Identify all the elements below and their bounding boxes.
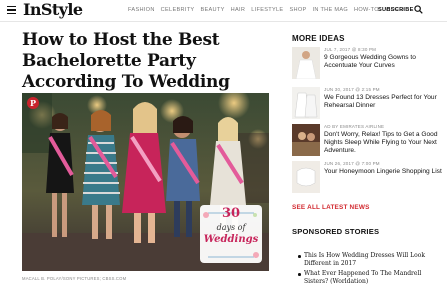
nav-item-in-the-mag[interactable]: IN THE MAG — [313, 6, 349, 14]
nav-item-shop[interactable]: SHOP — [289, 6, 306, 14]
story-title[interactable]: Your Honeymoon Lingerie Shopping List — [324, 168, 442, 176]
nav-item-hair[interactable]: HAIR — [231, 6, 246, 14]
sidebar-story-ad[interactable]: AD BY EMIRATES AIRLINE Don't Worry, Rela… — [292, 124, 442, 156]
story-thumbnail — [292, 124, 320, 156]
site-header: InStyle FASHION CELEBRITY BEAUTY HAIR LI… — [0, 0, 447, 22]
story-thumbnail — [292, 47, 320, 79]
wedding-badge-number: 30 — [221, 206, 241, 221]
image-credit: MACALL B. POLAY/SONY PICTURES; CBSS.COM — [22, 276, 127, 281]
main-nav: FASHION CELEBRITY BEAUTY HAIR LIFESTYLE … — [128, 6, 404, 14]
nav-item-celebrity[interactable]: CELEBRITY — [161, 6, 195, 14]
sponsored-item[interactable]: This Is How Wedding Dresses Will Look Di… — [298, 252, 442, 268]
sidebar-story-1[interactable]: JUL 7, 2017 @ 8:30 PM 9 Gorgeous Wedding… — [292, 47, 442, 79]
ad-label: AD BY EMIRATES AIRLINE — [324, 124, 385, 129]
more-ideas-heading: MORE IDEAS — [292, 34, 345, 43]
story-title[interactable]: We Found 13 Dresses Perfect for Your Reh… — [324, 94, 442, 110]
sponsored-list: This Is How Wedding Dresses Will Look Di… — [298, 252, 442, 287]
pinterest-icon[interactable]: P — [27, 97, 39, 109]
sidebar-story-3[interactable]: JUN 26, 2017 @ 7:00 PM Your Honeymoon Li… — [292, 161, 442, 193]
nav-item-fashion[interactable]: FASHION — [128, 6, 155, 14]
story-date: JUN 26, 2017 @ 7:00 PM — [324, 161, 380, 166]
story-title[interactable]: Don't Worry, Relax! Tips to Get a Good N… — [324, 131, 442, 155]
story-date: JUL 7, 2017 @ 8:30 PM — [324, 47, 377, 52]
wedding-badge-line2: Weddings — [203, 234, 259, 245]
sidebar-story-2[interactable]: JUN 30, 2017 @ 2:15 PM We Found 13 Dress… — [292, 87, 442, 119]
search-icon[interactable] — [414, 5, 423, 14]
site-logo[interactable]: InStyle — [23, 0, 83, 20]
see-all-latest-news-link[interactable]: SEE ALL LATEST NEWS — [292, 204, 370, 211]
article-hero-image: P 30 days of Weddings — [22, 93, 269, 271]
hamburger-menu-icon[interactable] — [7, 6, 16, 15]
wedding-badge-line1: days of — [216, 223, 246, 232]
subscribe-link[interactable]: SUBSCRIBE — [378, 6, 414, 14]
story-title[interactable]: 9 Gorgeous Wedding Gowns to Accentuate Y… — [324, 54, 442, 70]
nav-item-lifestyle[interactable]: LIFESTYLE — [251, 6, 283, 14]
story-thumbnail — [292, 161, 320, 193]
sponsored-stories-heading: SPONSORED STORIES — [292, 227, 380, 236]
nav-item-how-to[interactable]: HOW-TO — [354, 6, 379, 14]
story-date: JUN 30, 2017 @ 2:15 PM — [324, 87, 380, 92]
story-thumbnail — [292, 87, 320, 119]
sponsored-item[interactable]: What Ever Happened To The Mandrell Siste… — [298, 270, 442, 286]
nav-item-beauty[interactable]: BEAUTY — [200, 6, 224, 14]
